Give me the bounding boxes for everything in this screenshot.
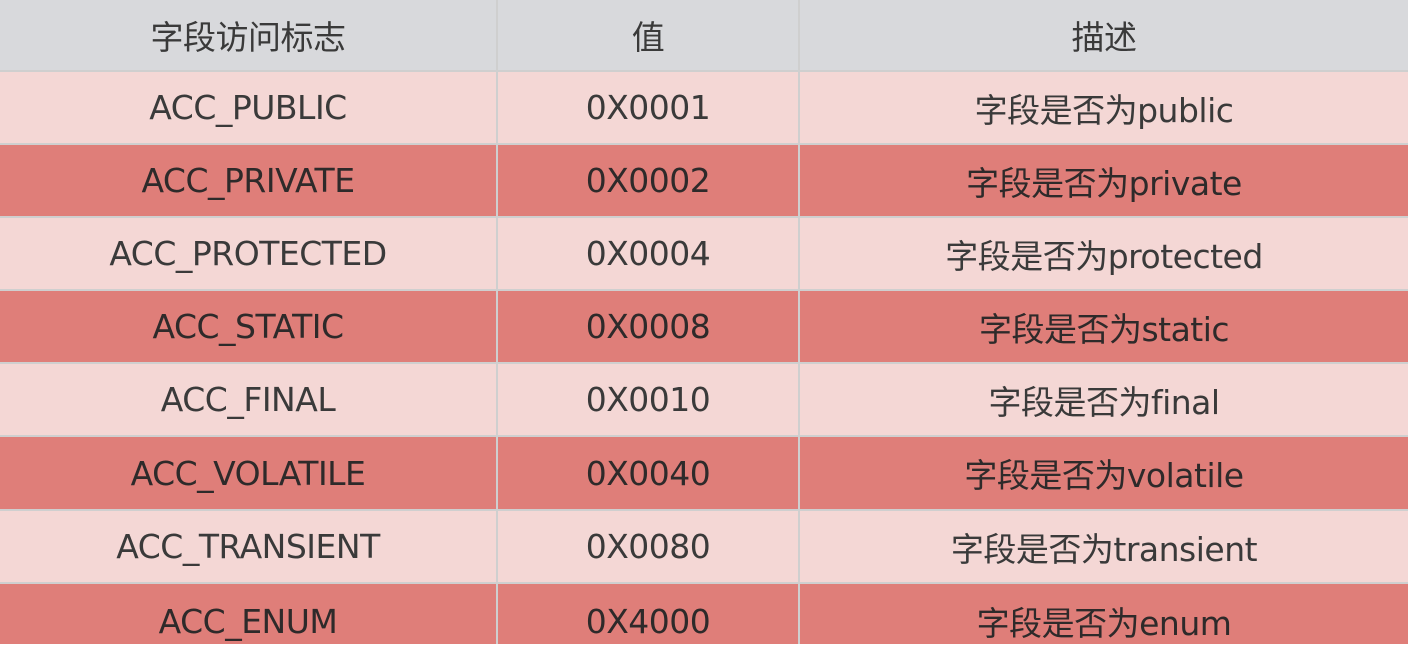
table-row: ACC_PROTECTED 0X0004 字段是否为protected — [0, 218, 1408, 291]
flag-cell: ACC_TRANSIENT — [0, 511, 498, 582]
flag-cell: ACC_STATIC — [0, 291, 498, 362]
flag-cell: ACC_FINAL — [0, 364, 498, 435]
description-cell: 字段是否为transient — [950, 529, 1258, 569]
flag-cell: ACC_VOLATILE — [0, 437, 498, 509]
field-access-flags-table: 字段访问标志 值 描述 ACC_PUBLIC 0X0001 字段是否为publi… — [0, 0, 1408, 644]
table-row: ACC_VOLATILE 0X0040 字段是否为volatile — [0, 437, 1408, 511]
table-header-row: 字段访问标志 值 描述 — [0, 0, 1408, 72]
flag-cell: ACC_PROTECTED — [0, 218, 498, 289]
table-row: ACC_TRANSIENT 0X0080 字段是否为transient — [0, 511, 1408, 584]
table-row: ACC_STATIC 0X0008 字段是否为static — [0, 291, 1408, 364]
flag-cell: ACC_PRIVATE — [0, 145, 498, 216]
value-cell: 0X0008 — [498, 291, 800, 362]
description-cell: 字段是否为static — [978, 309, 1230, 349]
flag-cell: ACC_ENUM — [0, 584, 498, 644]
value-cell: 0X0080 — [498, 511, 800, 582]
header-flag: 字段访问标志 — [0, 0, 498, 70]
description-cell: 字段是否为final — [988, 382, 1220, 422]
value-cell: 0X0040 — [498, 437, 800, 509]
description-cell: 字段是否为private — [966, 163, 1242, 203]
description-cell: 字段是否为volatile — [964, 456, 1244, 495]
value-cell: 0X0001 — [498, 72, 800, 143]
description-cell: 字段是否为public — [974, 90, 1234, 130]
table-row: ACC_PUBLIC 0X0001 字段是否为public — [0, 72, 1408, 145]
description-cell: 字段是否为enum — [976, 604, 1232, 643]
table-row: ACC_FINAL 0X0010 字段是否为final — [0, 364, 1408, 437]
value-cell: 0X0002 — [498, 145, 800, 216]
value-cell: 0X0004 — [498, 218, 800, 289]
flag-cell: ACC_PUBLIC — [0, 72, 498, 143]
description-cell: 字段是否为protected — [945, 236, 1263, 276]
table-row: ACC_ENUM 0X4000 字段是否为enum — [0, 584, 1408, 644]
value-cell: 0X0010 — [498, 364, 800, 435]
header-description: 描述 — [1071, 18, 1138, 57]
header-value: 值 — [498, 0, 800, 70]
value-cell: 0X4000 — [498, 584, 800, 644]
table-row: ACC_PRIVATE 0X0002 字段是否为private — [0, 145, 1408, 218]
